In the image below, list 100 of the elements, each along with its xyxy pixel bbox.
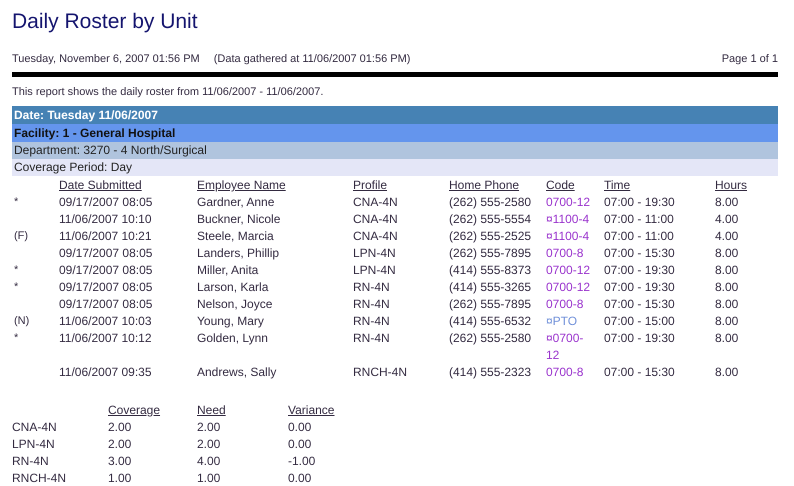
code-link[interactable]: 0700-12 [546, 194, 594, 211]
profile-cell: RNCH-4N [353, 365, 407, 379]
code-link[interactable]: 0700-12 [546, 279, 594, 296]
page-number: Page 1 of 1 [722, 52, 778, 66]
variance-cell: 0.00 [288, 437, 312, 451]
name-cell: Andrews, Sally [197, 365, 276, 379]
column-header: Employee Name [197, 177, 287, 194]
profile-cell: RN-4N [12, 454, 49, 468]
name-cell: Buckner, Nicole [197, 212, 280, 226]
hours-cell: 8.00 [715, 331, 738, 345]
date-cell: 09/17/2007 08:05 [59, 297, 152, 311]
time-cell: 07:00 - 15:00 [604, 314, 675, 328]
printed-date: Tuesday, November 6, 2007 01:56 PM [12, 52, 200, 66]
column-header: Time [604, 177, 632, 194]
hours-cell: 8.00 [715, 263, 738, 277]
name-cell: Gardner, Anne [197, 195, 274, 209]
coverage-cell: 2.00 [108, 420, 132, 434]
phone-cell: (262) 555-2525 [449, 229, 532, 243]
profile-cell: RNCH-4N [12, 471, 66, 485]
flag-label: (N) [14, 315, 30, 327]
code-link[interactable]: 0700-8 [546, 245, 594, 262]
phone-cell: (262) 555-5554 [449, 212, 532, 226]
variance-cell: 0.00 [288, 471, 312, 485]
date-cell: 11/06/2007 10:12 [59, 331, 152, 345]
date-cell: 11/06/2007 10:21 [59, 229, 152, 243]
profile-cell: CNA-4N [353, 195, 398, 209]
date-cell: 09/17/2007 08:05 [59, 246, 152, 260]
name-cell: Golden, Lynn [197, 331, 268, 345]
code-link[interactable]: ¤PTO [546, 313, 594, 330]
hours-cell: 8.00 [715, 297, 738, 311]
name-cell: Miller, Anita [197, 263, 258, 277]
need-cell: 1.00 [197, 471, 220, 485]
hours-cell: 4.00 [715, 212, 738, 226]
profile-cell: CNA-4N [353, 229, 398, 243]
time-cell: 07:00 - 19:30 [604, 331, 675, 345]
date-band: Date: Tuesday 11/06/2007 [12, 106, 778, 124]
code-link[interactable]: ¤1100-4 [546, 211, 594, 228]
profile-cell: RN-4N [353, 331, 390, 345]
column-header: Code [546, 177, 576, 194]
date-cell: 11/06/2007 10:10 [59, 212, 152, 226]
hours-cell: 8.00 [715, 365, 738, 379]
phone-cell: (414) 555-6532 [449, 314, 532, 328]
phone-cell: (262) 555-2580 [449, 331, 532, 345]
facility-band: Facility: 1 - General Hospital [12, 124, 778, 142]
need-cell: 2.00 [197, 420, 220, 434]
coverage-cell: 1.00 [108, 471, 132, 485]
coverage-cell: 2.00 [108, 437, 132, 451]
phone-cell: (262) 555-7895 [449, 246, 532, 260]
hours-cell: 8.00 [715, 280, 738, 294]
hours-cell: 8.00 [715, 246, 738, 260]
profile-cell: RN-4N [353, 297, 390, 311]
time-cell: 07:00 - 11:00 [604, 212, 674, 226]
date-cell: 11/06/2007 09:35 [59, 365, 152, 379]
column-header: Need [197, 402, 227, 419]
flag-label: * [14, 332, 18, 344]
variance-cell: 0.00 [288, 420, 312, 434]
need-cell: 4.00 [197, 454, 220, 468]
time-cell: 07:00 - 15:30 [604, 365, 675, 379]
date-cell: 11/06/2007 10:03 [59, 314, 152, 328]
phone-cell: (414) 555-8373 [449, 263, 532, 277]
hours-cell: 4.00 [715, 229, 738, 243]
name-cell: Steele, Marcia [197, 229, 274, 243]
time-cell: 07:00 - 15:30 [604, 297, 675, 311]
flag-label: * [14, 196, 18, 208]
code-link[interactable]: 0700-8 [546, 296, 594, 313]
name-cell: Larson, Karla [197, 280, 268, 294]
flag-label: (F) [14, 230, 28, 242]
profile-cell: RN-4N [353, 280, 390, 294]
code-link[interactable]: 0700-12 [546, 262, 594, 279]
column-header: Variance [288, 402, 336, 419]
phone-cell: (414) 555-2323 [449, 365, 532, 379]
report-description: This report shows the daily roster from 11/06/2007 - 11/06/2007. [12, 85, 324, 99]
profile-cell: RN-4N [353, 314, 390, 328]
phone-cell: (262) 555-7895 [449, 297, 532, 311]
column-header: Hours [715, 177, 748, 194]
code-link[interactable]: ¤1100-4 [546, 228, 594, 245]
column-header: Coverage [108, 402, 162, 419]
phone-cell: (414) 555-3265 [449, 280, 532, 294]
column-header: Home Phone [449, 177, 520, 194]
phone-cell: (262) 555-2580 [449, 195, 532, 209]
department-band: Department: 3270 - 4 North/Surgical [12, 142, 778, 159]
report-title: Daily Roster by Unit [12, 9, 199, 35]
hours-cell: 8.00 [715, 314, 738, 328]
time-cell: 07:00 - 19:30 [604, 195, 675, 209]
code-link[interactable]: 0700-8 [546, 364, 594, 381]
profile-cell: LPN-4N [353, 263, 396, 277]
name-cell: Landers, Phillip [197, 246, 280, 260]
hours-cell: 8.00 [715, 195, 738, 209]
date-cell: 09/17/2007 08:05 [59, 280, 152, 294]
flag-label: * [14, 281, 18, 293]
date-cell: 09/17/2007 08:05 [59, 263, 152, 277]
time-cell: 07:00 - 19:30 [604, 263, 675, 277]
profile-cell: LPN-4N [12, 437, 55, 451]
code-link[interactable]: ¤0700-12 [546, 330, 594, 364]
coverage-period-band: Coverage Period: Day [12, 159, 778, 176]
variance-cell: -1.00 [288, 454, 316, 468]
time-cell: 07:00 - 15:30 [604, 246, 675, 260]
date-cell: 09/17/2007 08:05 [59, 195, 152, 209]
flag-label: * [14, 264, 18, 276]
data-gathered-note: (Data gathered at 11/06/2007 01:56 PM) [214, 52, 410, 66]
